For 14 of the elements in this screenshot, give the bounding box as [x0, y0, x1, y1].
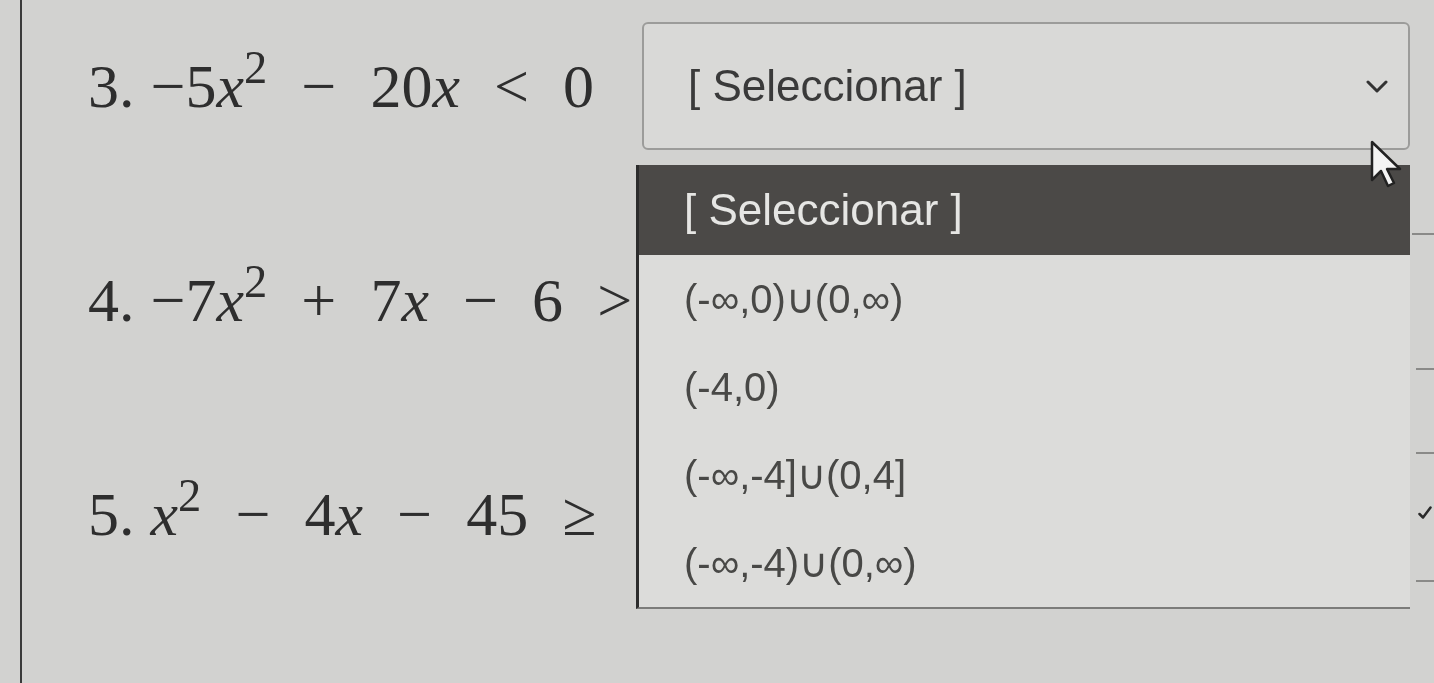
question-number: 5. — [88, 478, 135, 550]
question-number: 4. — [88, 264, 135, 336]
check-icon — [1418, 506, 1432, 519]
math-expression: x$^{2}$ − 4x − 45 ≥ — [150, 469, 597, 550]
dropdown-option[interactable]: [ Seleccionar ] — [639, 165, 1410, 255]
dropdown-option[interactable]: (-4,0) — [639, 343, 1410, 431]
dropdown-option[interactable]: (-∞,-4]∪(0,4] — [639, 431, 1410, 519]
math-expression: −7x$^{2}$ + 7x − 6 > — [150, 255, 633, 336]
dropdown-option[interactable]: (-∞,0)∪(0,∞) — [639, 255, 1410, 343]
chevron-down-icon — [1366, 79, 1388, 93]
select-dropdown[interactable]: [ Seleccionar ] — [642, 22, 1410, 150]
math-expression: −5x$^{2}$ − 20x < 0 — [150, 41, 595, 122]
question-number: 3. — [88, 50, 135, 122]
dropdown-option[interactable]: (-∞,-4)∪(0,∞) — [639, 519, 1410, 607]
